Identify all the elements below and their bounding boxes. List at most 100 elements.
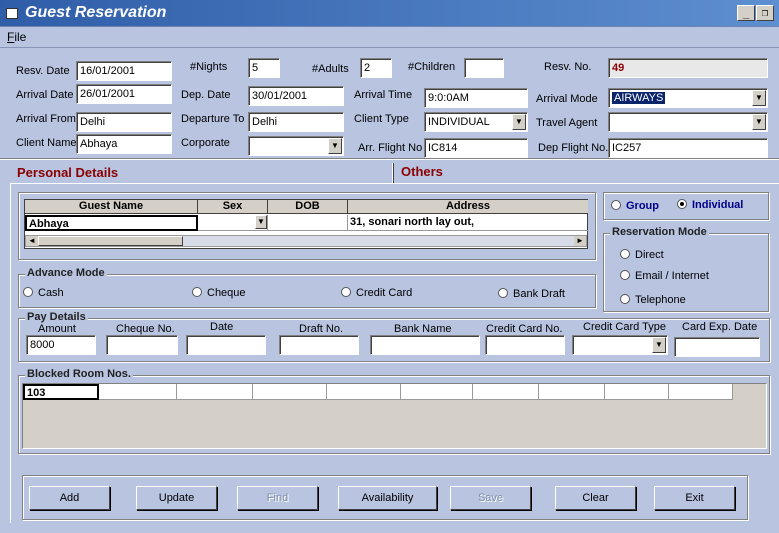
corporate-select[interactable]: ▼ — [248, 136, 344, 156]
dep-flight-field[interactable]: IC257 — [608, 138, 768, 158]
grid-cell-guest-name[interactable]: Abhaya — [25, 215, 198, 231]
guest-grid[interactable]: Guest Name Sex DOB Address Abhaya ▼ 31, … — [24, 199, 588, 249]
travel-agent-select[interactable]: ▼ — [608, 112, 768, 132]
telephone-radio-label: Telephone — [635, 294, 686, 306]
draft-no-field[interactable] — [279, 335, 359, 355]
blocked-room-cell[interactable] — [253, 384, 327, 400]
arrival-mode-select[interactable]: AIRWAYS ▼ — [608, 88, 768, 108]
radio-circle-icon — [611, 200, 621, 210]
blocked-rooms-grid[interactable]: 103 — [22, 383, 767, 449]
blocked-room-cell[interactable] — [177, 384, 253, 400]
blocked-room-cell[interactable] — [473, 384, 539, 400]
arrival-date-field[interactable]: 26/01/2001 — [76, 84, 172, 104]
blocked-room-cell[interactable] — [99, 384, 177, 400]
arrival-time-field[interactable]: 9:0:0AM — [424, 88, 528, 108]
clear-button[interactable]: Clear — [555, 486, 636, 510]
dropdown-arrow-icon[interactable]: ▼ — [652, 337, 666, 353]
blocked-room-cell[interactable] — [539, 384, 605, 400]
bank-draft-radio[interactable]: Bank Draft — [498, 288, 565, 300]
exit-button[interactable]: Exit — [654, 486, 735, 510]
email-internet-radio[interactable]: Email / Internet — [620, 270, 709, 282]
dep-date-label: Dep. Date — [181, 89, 231, 101]
save-button[interactable]: Save — [450, 486, 531, 510]
amount-field[interactable]: 8000 — [26, 335, 96, 355]
corporate-label: Corporate — [181, 137, 230, 149]
radio-circle-icon — [498, 288, 508, 298]
dropdown-arrow-icon[interactable]: ▼ — [255, 215, 267, 229]
direct-radio[interactable]: Direct — [620, 249, 664, 261]
departure-to-field[interactable]: Delhi — [248, 112, 344, 132]
minimize-button[interactable]: _ — [737, 5, 755, 21]
reservation-mode-title: Reservation Mode — [610, 226, 709, 238]
adults-field[interactable]: 2 — [360, 58, 392, 78]
grid-header-address: Address — [348, 200, 588, 214]
date-label: Date — [210, 321, 234, 333]
children-field[interactable] — [464, 58, 504, 78]
travel-agent-label: Travel Agent — [536, 117, 598, 129]
dep-flight-label: Dep Flight No. — [538, 142, 609, 154]
dropdown-arrow-icon[interactable]: ▼ — [328, 138, 342, 154]
bank-name-field[interactable] — [370, 335, 480, 355]
group-radio[interactable]: Group — [611, 200, 659, 212]
card-exp-date-field[interactable] — [674, 337, 760, 357]
client-name-field[interactable]: Abhaya — [76, 134, 172, 154]
tab-others-label: Others — [401, 164, 443, 179]
dropdown-arrow-icon[interactable]: ▼ — [752, 90, 766, 106]
find-button[interactable]: Find — [237, 486, 318, 510]
scroll-right-icon[interactable]: ► — [574, 236, 586, 246]
client-type-select[interactable]: INDIVIDUAL ▼ — [424, 112, 528, 132]
menu-bar: File — [0, 27, 779, 48]
tab-personal-details[interactable]: Personal Details — [17, 165, 118, 180]
dep-date-field[interactable]: 30/01/2001 — [248, 86, 344, 106]
availability-button[interactable]: Availability — [338, 486, 437, 510]
cash-radio-label: Cash — [38, 287, 64, 299]
resv-date-field[interactable]: 16/01/2001 — [76, 61, 172, 81]
scrollbar-thumb[interactable] — [38, 236, 183, 246]
radio-circle-icon — [192, 287, 202, 297]
nights-field[interactable]: 5 — [248, 58, 280, 78]
telephone-radio[interactable]: Telephone — [620, 294, 686, 306]
cheque-no-label: Cheque No. — [116, 323, 175, 335]
restore-button[interactable]: ❐ — [756, 5, 774, 21]
arr-flight-field[interactable]: IC814 — [424, 138, 528, 158]
blocked-rooms-title: Blocked Room Nos. — [25, 368, 133, 380]
blocked-room-cell[interactable] — [669, 384, 733, 400]
dropdown-arrow-icon[interactable]: ▼ — [512, 114, 526, 130]
credit-card-radio[interactable]: Credit Card — [341, 287, 412, 299]
cheque-radio-label: Cheque — [207, 287, 246, 299]
dropdown-arrow-icon[interactable]: ▼ — [752, 114, 766, 130]
blocked-room-cell[interactable] — [605, 384, 669, 400]
children-label: #Children — [408, 61, 456, 73]
cheque-radio[interactable]: Cheque — [192, 287, 246, 299]
individual-radio[interactable]: Individual — [677, 199, 743, 211]
find-button-label: Find — [266, 492, 289, 504]
credit-card-type-select[interactable]: ▼ — [572, 335, 668, 355]
radio-circle-icon — [620, 249, 630, 259]
credit-card-radio-label: Credit Card — [356, 287, 413, 299]
radio-circle-icon — [620, 270, 630, 280]
cash-radio[interactable]: Cash — [23, 287, 64, 299]
arrival-from-field[interactable]: Delhi — [76, 112, 172, 132]
tab-others[interactable]: Others — [401, 164, 443, 179]
blocked-room-cell[interactable] — [327, 384, 401, 400]
update-button[interactable]: Update — [136, 486, 217, 510]
scroll-left-icon[interactable]: ◄ — [26, 236, 38, 246]
grid-cell-address[interactable]: 31, sonari north lay out, — [348, 215, 588, 231]
grid-horizontal-scrollbar[interactable]: ◄ ► — [25, 235, 587, 247]
individual-radio-label: Individual — [692, 199, 744, 211]
radio-circle-icon — [341, 287, 351, 297]
amount-label: Amount — [38, 323, 76, 335]
cheque-no-field[interactable] — [106, 335, 178, 355]
blocked-room-cell[interactable]: 103 — [23, 384, 99, 400]
grid-cell-sex[interactable]: ▼ — [198, 215, 268, 231]
blocked-room-cell[interactable] — [401, 384, 473, 400]
credit-card-no-field[interactable] — [485, 335, 565, 355]
add-button-label: Add — [59, 492, 80, 504]
advance-mode-title: Advance Mode — [25, 267, 107, 279]
title-bar: Guest Reservation _ ❐ — [0, 0, 779, 27]
grid-cell-dob[interactable] — [268, 215, 348, 231]
resv-no-label: Resv. No. — [544, 61, 592, 73]
date-field[interactable] — [186, 335, 266, 355]
add-button[interactable]: Add — [29, 486, 110, 510]
menu-file[interactable]: File — [7, 30, 26, 44]
